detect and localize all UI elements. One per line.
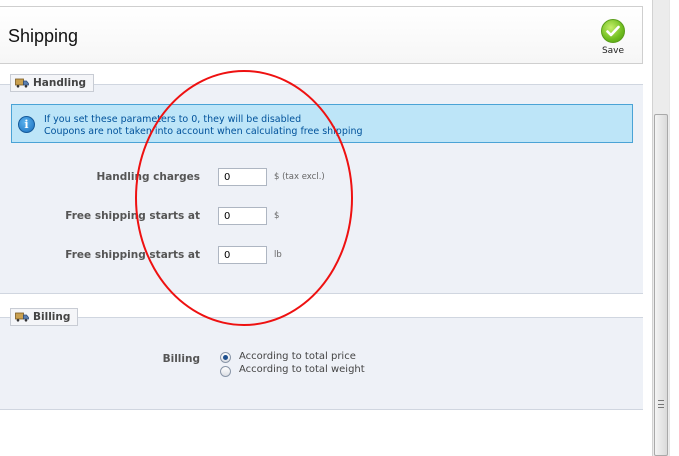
free-shipping-weight-unit: lb — [274, 250, 282, 260]
billing-label: Billing — [162, 353, 200, 365]
handling-legend: Handling — [10, 74, 95, 92]
radio-total-price-label: According to total price — [239, 351, 356, 362]
free-shipping-weight-label: Free shipping starts at — [65, 249, 200, 261]
window-edge — [669, 0, 679, 456]
info-line-1: If you set these parameters to 0, they w… — [44, 114, 302, 125]
save-label: Save — [601, 46, 625, 56]
free-shipping-price-unit: $ — [274, 211, 280, 221]
radio-total-weight[interactable] — [220, 366, 231, 377]
radio-total-price[interactable] — [220, 352, 231, 363]
billing-legend: Billing — [10, 308, 79, 326]
free-shipping-weight-input[interactable] — [218, 246, 267, 264]
info-text: If you set these parameters to 0, they w… — [44, 114, 363, 138]
free-shipping-price-label: Free shipping starts at — [65, 210, 200, 222]
info-message-box: i If you set these parameters to 0, they… — [11, 104, 633, 143]
handling-legend-label: Handling — [33, 77, 87, 89]
handling-charges-input[interactable] — [218, 168, 267, 186]
truck-icon — [15, 78, 29, 88]
scrollbar-grip-icon — [658, 400, 664, 408]
save-button[interactable]: Save — [596, 19, 630, 61]
free-shipping-price-input[interactable] — [218, 207, 267, 225]
info-line-2: Coupons are not taken into account when … — [44, 126, 363, 137]
handling-charges-label: Handling charges — [96, 171, 200, 183]
truck-icon — [15, 312, 29, 322]
billing-legend-label: Billing — [33, 311, 71, 323]
radio-total-weight-label: According to total weight — [239, 364, 365, 375]
radio-selected-dot — [223, 355, 228, 360]
page-header: Shipping Save — [0, 6, 643, 64]
info-icon: i — [18, 116, 35, 133]
page-title: Shipping — [8, 26, 79, 46]
handling-charges-unit: $ (tax excl.) — [274, 172, 325, 182]
checkmark-circle-icon — [601, 19, 625, 43]
